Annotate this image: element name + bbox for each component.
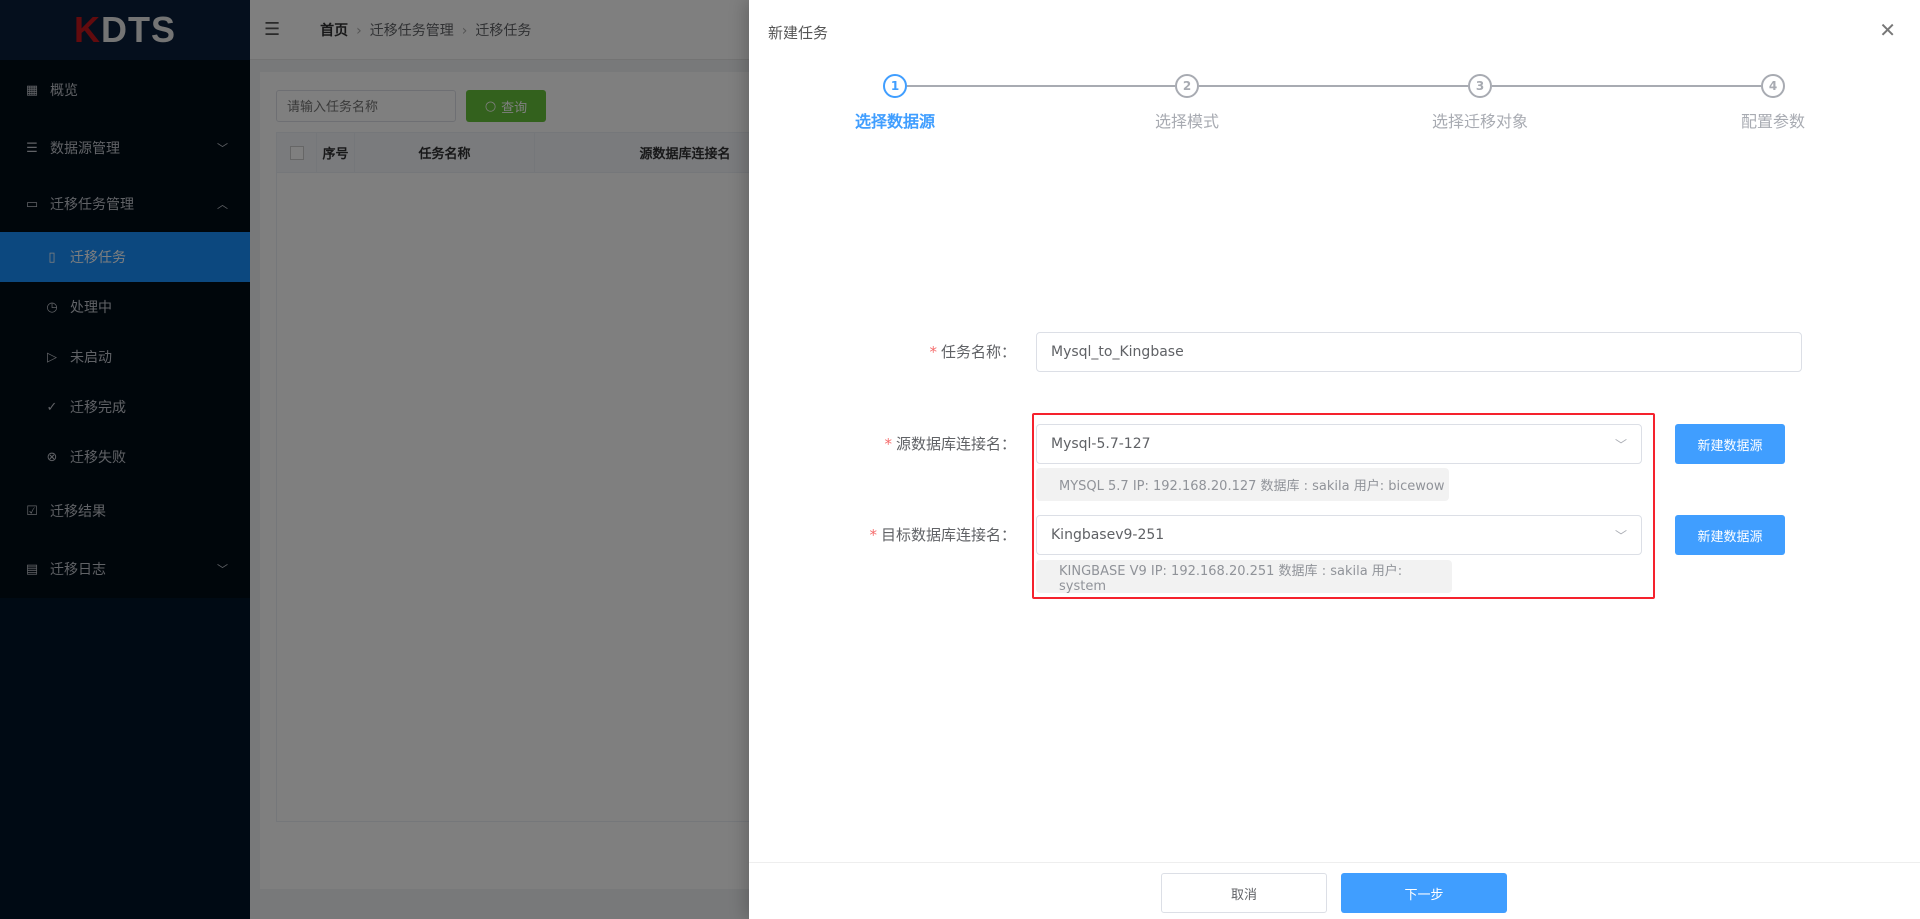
new-target-source-button[interactable]: 新建数据源: [1675, 515, 1785, 555]
drawer-footer: 取消 下一步: [749, 862, 1920, 919]
close-icon[interactable]: ✕: [1879, 18, 1896, 42]
new-task-drawer: 新建任务 ✕ 1 2 3 4 选择数据源 选择模式 选择迁移对象 配置参数 * 任…: [749, 0, 1920, 919]
step-3-icon: 3: [1468, 74, 1492, 98]
step-label: 选择模式: [1154, 112, 1220, 131]
new-source-button[interactable]: 新建数据源: [1675, 424, 1785, 464]
chevron-down-icon: ﹀: [1614, 437, 1627, 452]
chevron-down-icon: ﹀: [1614, 528, 1627, 543]
task-name-input[interactable]: Mysql_to_Kingbase: [1036, 332, 1802, 372]
task-name-label: * 任务名称：: [929, 343, 1016, 361]
target-db-select[interactable]: Kingbasev9-251 ﹀: [1036, 515, 1642, 555]
target-label: * 目标数据库连接名：: [869, 526, 1016, 544]
step-label: 选择数据源: [854, 112, 936, 131]
step-4-icon: 4: [1761, 74, 1785, 98]
step-1-icon: 1: [883, 74, 907, 98]
steps: 1 2 3 4 选择数据源 选择模式 选择迁移对象 配置参数: [749, 74, 1920, 134]
source-db-select[interactable]: Mysql-5.7-127 ﹀: [1036, 424, 1642, 464]
step-label: 配置参数: [1740, 112, 1806, 131]
cancel-button[interactable]: 取消: [1161, 873, 1327, 913]
target-info: KINGBASE V9 IP: 192.168.20.251 数据库 : sak…: [1036, 560, 1452, 594]
step-2-icon: 2: [1175, 74, 1199, 98]
source-info: MYSQL 5.7 IP: 192.168.20.127 数据库 : sakil…: [1036, 468, 1449, 501]
step-label: 选择迁移对象: [1431, 112, 1529, 131]
next-step-button[interactable]: 下一步: [1341, 873, 1507, 913]
source-label: * 源数据库连接名：: [884, 435, 1016, 453]
drawer-title: 新建任务: [768, 24, 829, 42]
